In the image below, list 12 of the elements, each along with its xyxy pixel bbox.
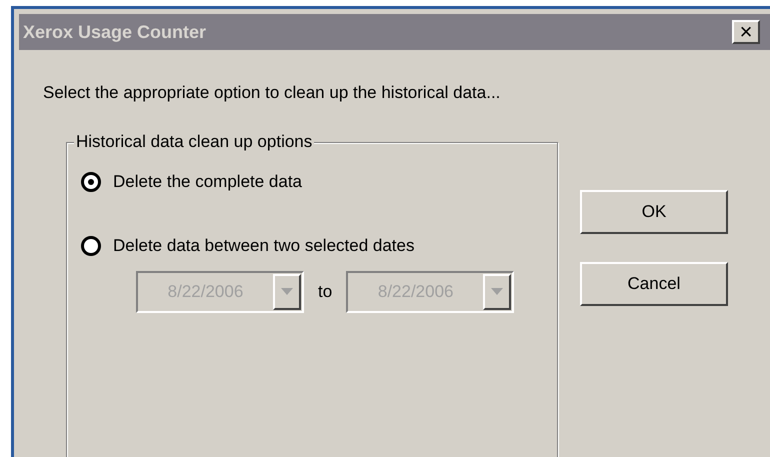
dialog-button[interactable]: Cancel bbox=[580, 262, 728, 306]
radio-button[interactable] bbox=[81, 172, 101, 192]
window-title: Xerox Usage Counter bbox=[23, 20, 206, 44]
caret-icon bbox=[491, 288, 504, 295]
radio-button[interactable] bbox=[81, 236, 101, 256]
close-button[interactable]: × bbox=[732, 20, 760, 44]
instruction-text: Select the appropriate option to clean up the historical data... bbox=[43, 82, 502, 104]
caret-icon bbox=[281, 288, 293, 295]
radio-label: Delete the complete data bbox=[113, 170, 302, 193]
separator-text: to bbox=[318, 280, 332, 303]
radio-label: Delete data between two selected dates bbox=[113, 234, 414, 257]
dialog-button[interactable]: OK bbox=[580, 190, 728, 234]
